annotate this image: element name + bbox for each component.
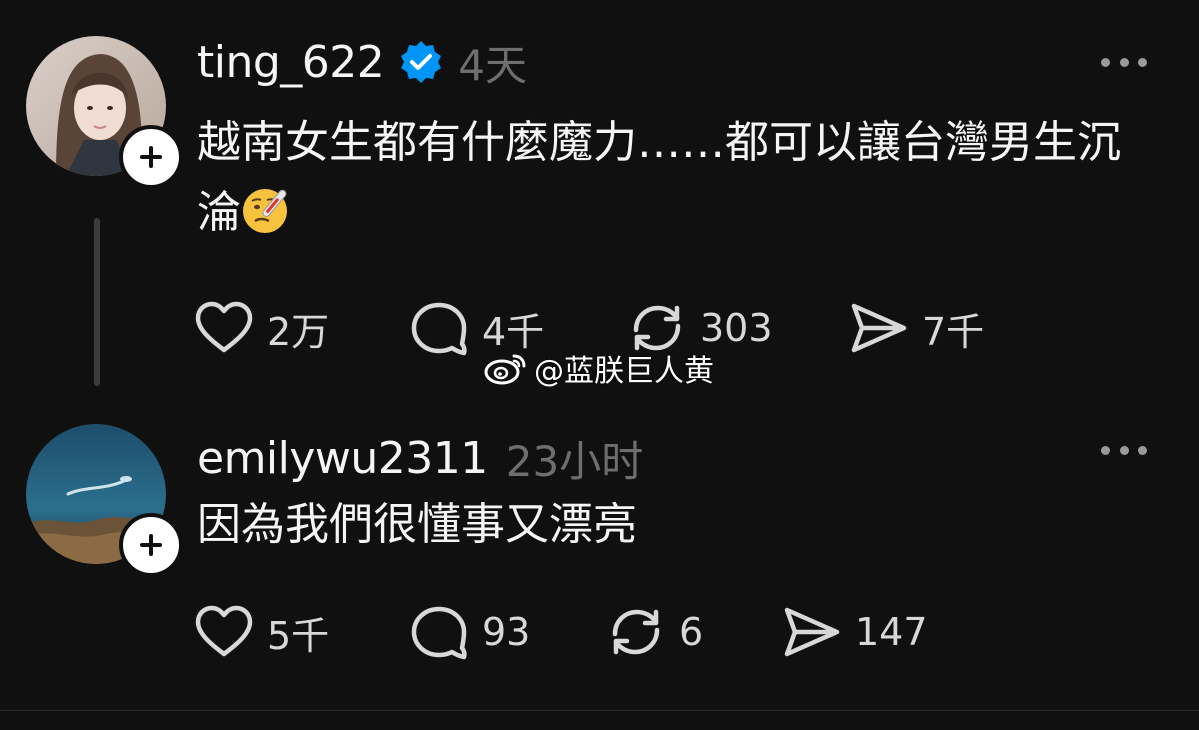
divider [0, 710, 1199, 711]
post-time: 23小时 [505, 436, 644, 486]
username[interactable]: ting_622 [197, 37, 385, 88]
comment-button[interactable]: 93 [408, 604, 605, 660]
like-count: 2万 [267, 309, 330, 354]
avatar-container [26, 424, 183, 577]
more-options-icon[interactable] [1101, 54, 1147, 70]
share-button[interactable]: 147 [781, 604, 928, 660]
send-paper-plane-icon [851, 303, 907, 353]
heart-icon [195, 301, 253, 353]
watermark-text: @蓝朕巨人黄 [534, 354, 714, 389]
like-count: 5千 [267, 613, 330, 658]
repost-count: 6 [679, 610, 704, 654]
post-time: 4天 [458, 40, 528, 90]
verified-badge-icon [398, 39, 444, 85]
post-body-text: 越南女生都有什麼魔力……都可以讓台灣男生沉淪 [197, 117, 1121, 238]
like-button[interactable]: 5千 [193, 604, 408, 660]
plus-icon [140, 146, 162, 168]
repost-button[interactable]: 6 [605, 604, 781, 660]
share-button[interactable]: 7千 [848, 300, 984, 356]
post-body-text: 因為我們很懂事又漂亮 [197, 499, 637, 550]
weibo-icon [484, 354, 526, 385]
thermometer-face-emoji-icon [241, 183, 293, 235]
post-header: emilywu2311 23小时 [197, 430, 643, 486]
thread-post: ting_622 4天 越南女生都有什麼魔力……都可以讓台灣男生沉淪 2万 4千… [0, 0, 1199, 400]
follow-button[interactable] [119, 513, 183, 577]
post-text: 越南女生都有什麼魔力……都可以讓台灣男生沉淪 [197, 108, 1157, 248]
thread-connector-line [94, 218, 100, 386]
like-button[interactable]: 2万 [193, 300, 408, 356]
watermark: @蓝朕巨人黄 [484, 346, 714, 390]
username[interactable]: emilywu2311 [197, 433, 488, 484]
comment-bubble-icon [411, 302, 467, 356]
post-actions: 5千 93 6 147 [193, 602, 928, 662]
share-count: 7千 [922, 309, 985, 354]
follow-button[interactable] [119, 125, 183, 189]
repost-count: 303 [700, 306, 773, 350]
share-count: 147 [855, 610, 928, 654]
comment-count: 93 [482, 610, 531, 654]
heart-icon [195, 605, 253, 657]
comment-bubble-icon [411, 606, 467, 660]
plus-icon [140, 534, 162, 556]
avatar-container [26, 36, 183, 189]
repost-arrows-icon [612, 609, 660, 655]
post-text: 因為我們很懂事又漂亮 [197, 490, 1157, 560]
thread-reply: emilywu2311 23小时 因為我們很懂事又漂亮 5千 93 6 147 [0, 410, 1199, 710]
send-paper-plane-icon [784, 607, 840, 657]
post-header: ting_622 4天 [197, 34, 527, 90]
more-options-icon[interactable] [1101, 442, 1147, 458]
